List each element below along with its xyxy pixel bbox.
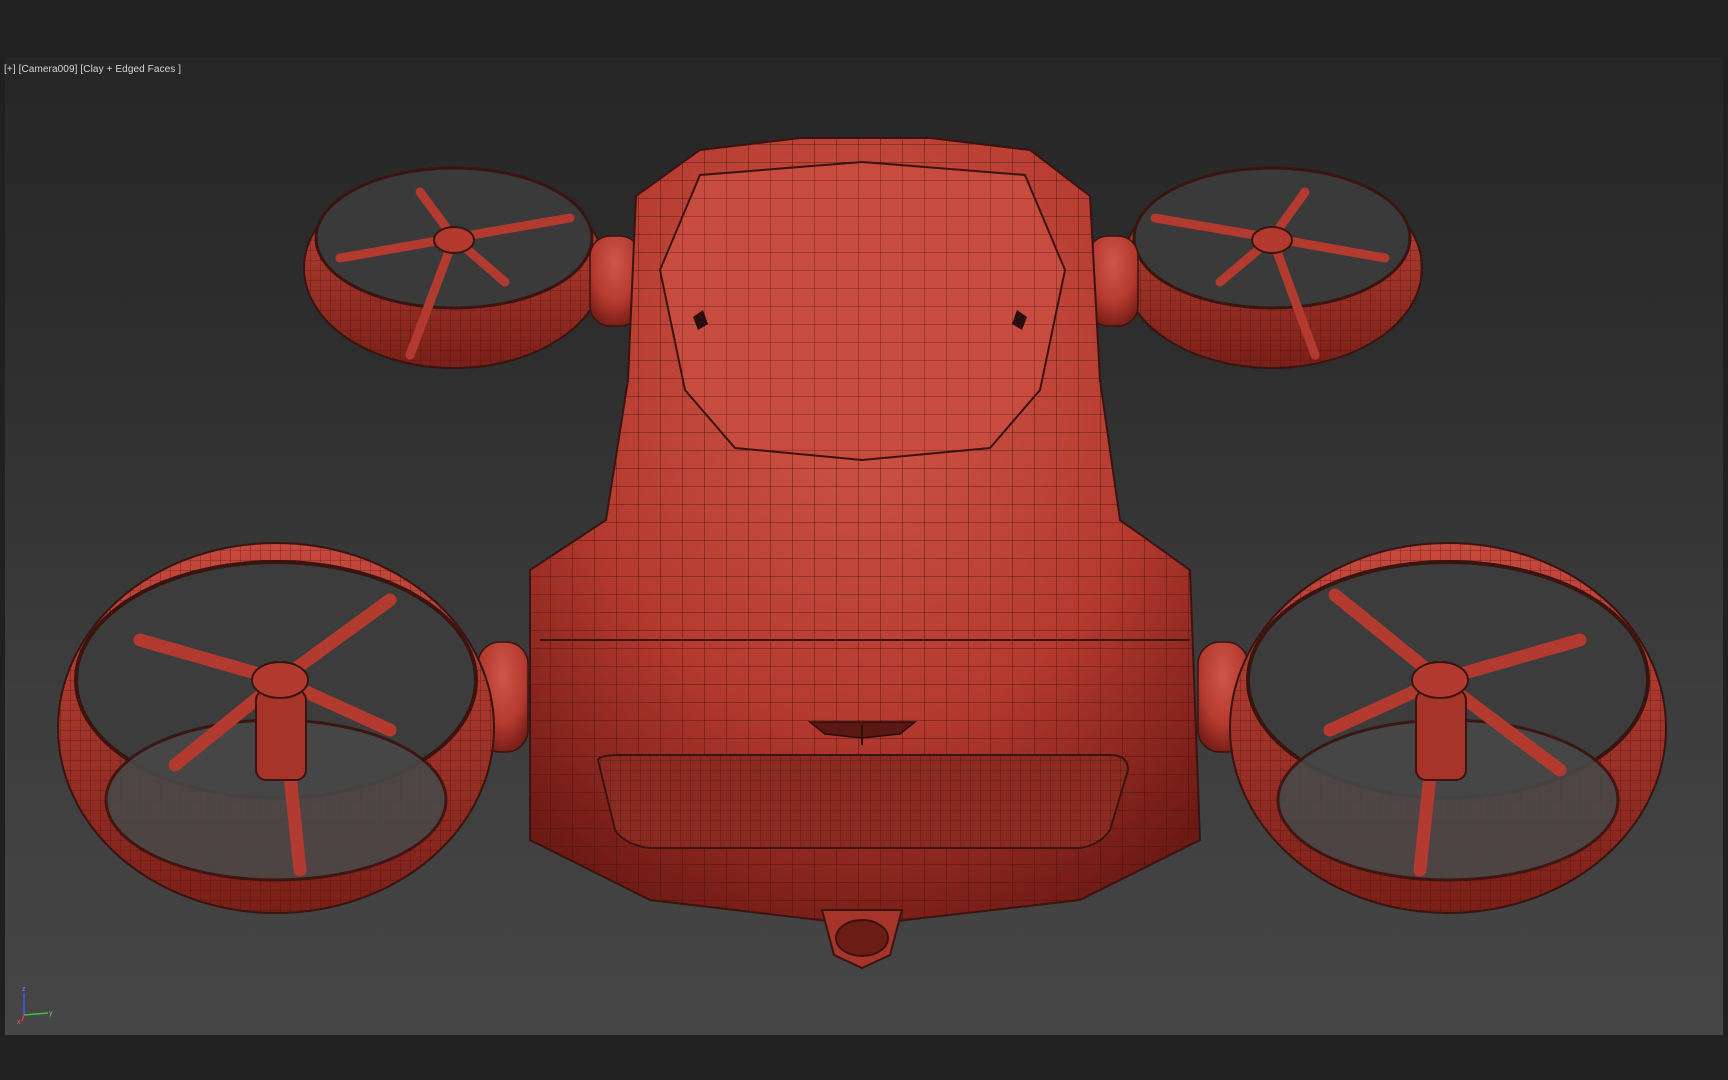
z-axis-label: z (22, 986, 26, 993)
viewport-camera-menu[interactable]: [Camera009] (19, 64, 78, 75)
rotor-rear-left (303, 166, 605, 369)
rotor-front-right (1229, 542, 1667, 914)
x-axis-label: x (17, 1019, 21, 1025)
rotor-rear-right (1121, 166, 1423, 369)
viewport-label: [+] [Camera009] [Clay + Edged Faces ] (4, 64, 181, 75)
axis-gizmo-icon: z y x (17, 986, 53, 1025)
rotor-front-left (57, 542, 495, 914)
3d-model-render[interactable] (0, 0, 1728, 1080)
y-axis-label: y (49, 1010, 53, 1017)
y-axis-line (23, 1012, 49, 1016)
viewport-plus-menu[interactable]: [+] (4, 64, 16, 75)
x-axis-line (21, 1014, 25, 1022)
viewport-shading-menu[interactable]: [Clay + Edged Faces ] (80, 64, 181, 75)
